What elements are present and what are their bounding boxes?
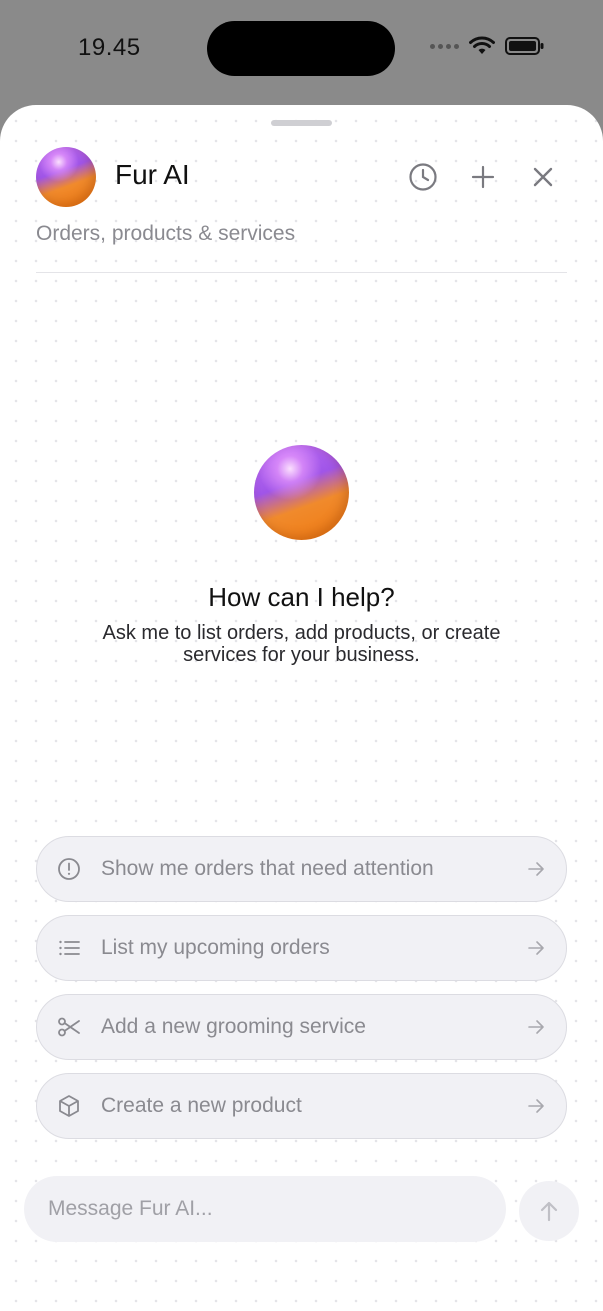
dynamic-island [207, 21, 395, 76]
suggestion-label: Show me orders that need attention [101, 857, 434, 880]
header-subtitle: Orders, products & services [36, 222, 296, 245]
alert-circle-icon [58, 858, 80, 880]
sheet-grabber[interactable] [271, 120, 332, 126]
close-button[interactable] [527, 161, 559, 193]
message-input-placeholder: Message Fur AI... [48, 1197, 213, 1220]
status-time: 19.45 [78, 34, 141, 61]
list-icon [59, 940, 80, 956]
arrow-right-icon [528, 1020, 544, 1034]
plus-icon [471, 165, 495, 189]
suggestion-new-product[interactable]: Create a new product [36, 1073, 567, 1139]
new-chat-button[interactable] [467, 161, 499, 193]
header-divider [36, 272, 567, 273]
suggestion-label: Add a new grooming service [101, 1015, 366, 1038]
hero-subtitle: Ask me to list orders, add products, or … [102, 622, 501, 666]
battery-icon [505, 37, 544, 55]
suggestion-upcoming-orders[interactable]: List my upcoming orders [36, 915, 567, 981]
chat-sheet: Fur AI Orders, products & services How c… [0, 105, 603, 1311]
arrow-up-icon [540, 1201, 558, 1222]
wifi-icon [469, 36, 495, 54]
history-icon [409, 163, 437, 191]
status-bar: 19.45 [0, 0, 603, 100]
box-icon [59, 1095, 79, 1117]
suggestion-grooming-service[interactable]: Add a new grooming service [36, 994, 567, 1060]
signal-icon [430, 43, 459, 49]
hero-orb [254, 445, 349, 540]
app-title: Fur AI [115, 159, 190, 190]
suggestion-label: Create a new product [101, 1094, 302, 1117]
arrow-right-icon [528, 862, 544, 876]
history-button[interactable] [407, 161, 439, 193]
message-input[interactable]: Message Fur AI... [24, 1176, 506, 1242]
hero-title: How can I help? [208, 582, 395, 612]
close-icon [533, 167, 553, 187]
arrow-right-icon [528, 941, 544, 955]
arrow-right-icon [528, 1099, 544, 1113]
suggestion-label: List my upcoming orders [101, 936, 330, 959]
suggestion-orders-attention[interactable]: Show me orders that need attention [36, 836, 567, 902]
suggestion-list: Show me orders that need attention List … [36, 836, 567, 1152]
status-icons [430, 36, 545, 56]
fur-ai-avatar [36, 147, 96, 207]
send-button[interactable] [519, 1181, 579, 1241]
scissors-icon [58, 1017, 80, 1037]
